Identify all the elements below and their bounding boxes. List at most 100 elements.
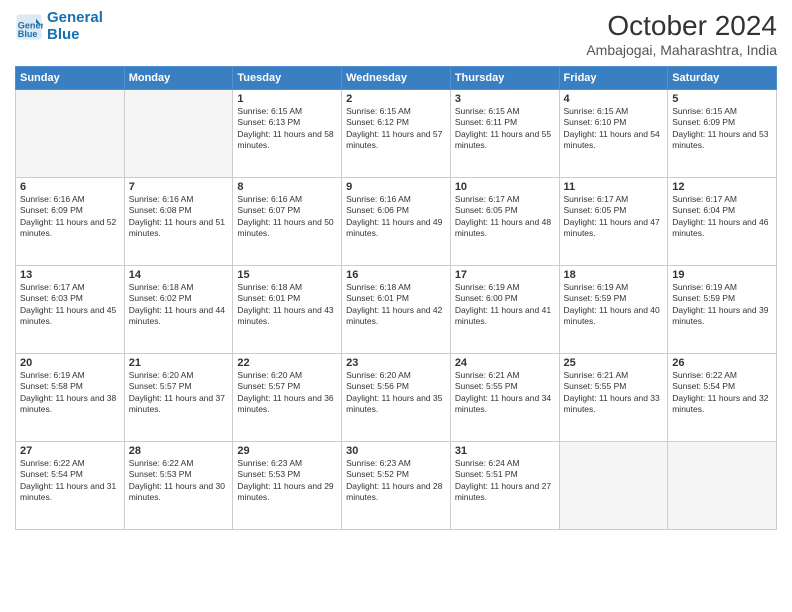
day-number: 14: [129, 269, 229, 281]
weekday-header: Sunday: [16, 67, 125, 90]
calendar-week-row: 13Sunrise: 6:17 AM Sunset: 6:03 PM Dayli…: [16, 266, 777, 354]
calendar-table: SundayMondayTuesdayWednesdayThursdayFrid…: [15, 66, 777, 530]
day-info: Sunrise: 6:22 AM Sunset: 5:53 PM Dayligh…: [129, 458, 229, 504]
logo-line1: General: [47, 10, 103, 27]
day-number: 30: [346, 445, 446, 457]
calendar-header-row: SundayMondayTuesdayWednesdayThursdayFrid…: [16, 67, 777, 90]
day-number: 16: [346, 269, 446, 281]
day-info: Sunrise: 6:21 AM Sunset: 5:55 PM Dayligh…: [564, 370, 664, 416]
day-number: 28: [129, 445, 229, 457]
calendar-cell: 21Sunrise: 6:20 AM Sunset: 5:57 PM Dayli…: [124, 354, 233, 442]
day-info: Sunrise: 6:17 AM Sunset: 6:03 PM Dayligh…: [20, 282, 120, 328]
day-number: 4: [564, 93, 664, 105]
weekday-header: Friday: [559, 67, 668, 90]
day-info: Sunrise: 6:24 AM Sunset: 5:51 PM Dayligh…: [455, 458, 555, 504]
calendar-week-row: 27Sunrise: 6:22 AM Sunset: 5:54 PM Dayli…: [16, 442, 777, 530]
calendar-cell: 20Sunrise: 6:19 AM Sunset: 5:58 PM Dayli…: [16, 354, 125, 442]
day-info: Sunrise: 6:17 AM Sunset: 6:05 PM Dayligh…: [455, 194, 555, 240]
calendar-cell: 11Sunrise: 6:17 AM Sunset: 6:05 PM Dayli…: [559, 178, 668, 266]
calendar-cell: 4Sunrise: 6:15 AM Sunset: 6:10 PM Daylig…: [559, 90, 668, 178]
calendar-cell: 30Sunrise: 6:23 AM Sunset: 5:52 PM Dayli…: [342, 442, 451, 530]
logo: General Blue General Blue: [15, 10, 103, 43]
weekday-header: Saturday: [668, 67, 777, 90]
day-info: Sunrise: 6:20 AM Sunset: 5:57 PM Dayligh…: [129, 370, 229, 416]
day-number: 19: [672, 269, 772, 281]
calendar-cell: [559, 442, 668, 530]
day-info: Sunrise: 6:19 AM Sunset: 6:00 PM Dayligh…: [455, 282, 555, 328]
calendar-cell: 1Sunrise: 6:15 AM Sunset: 6:13 PM Daylig…: [233, 90, 342, 178]
day-number: 24: [455, 357, 555, 369]
day-info: Sunrise: 6:15 AM Sunset: 6:11 PM Dayligh…: [455, 106, 555, 152]
calendar-cell: 12Sunrise: 6:17 AM Sunset: 6:04 PM Dayli…: [668, 178, 777, 266]
day-number: 25: [564, 357, 664, 369]
calendar-cell: 18Sunrise: 6:19 AM Sunset: 5:59 PM Dayli…: [559, 266, 668, 354]
day-number: 8: [237, 181, 337, 193]
day-info: Sunrise: 6:16 AM Sunset: 6:09 PM Dayligh…: [20, 194, 120, 240]
calendar-cell: 6Sunrise: 6:16 AM Sunset: 6:09 PM Daylig…: [16, 178, 125, 266]
calendar-cell: 17Sunrise: 6:19 AM Sunset: 6:00 PM Dayli…: [450, 266, 559, 354]
day-info: Sunrise: 6:15 AM Sunset: 6:10 PM Dayligh…: [564, 106, 664, 152]
day-number: 23: [346, 357, 446, 369]
calendar-cell: 24Sunrise: 6:21 AM Sunset: 5:55 PM Dayli…: [450, 354, 559, 442]
day-info: Sunrise: 6:19 AM Sunset: 5:59 PM Dayligh…: [564, 282, 664, 328]
weekday-header: Tuesday: [233, 67, 342, 90]
day-number: 26: [672, 357, 772, 369]
day-number: 29: [237, 445, 337, 457]
header: General Blue General Blue October 2024 A…: [15, 10, 777, 58]
day-info: Sunrise: 6:23 AM Sunset: 5:52 PM Dayligh…: [346, 458, 446, 504]
day-info: Sunrise: 6:15 AM Sunset: 6:12 PM Dayligh…: [346, 106, 446, 152]
calendar-cell: 16Sunrise: 6:18 AM Sunset: 6:01 PM Dayli…: [342, 266, 451, 354]
page: General Blue General Blue October 2024 A…: [0, 0, 792, 612]
day-info: Sunrise: 6:16 AM Sunset: 6:06 PM Dayligh…: [346, 194, 446, 240]
day-info: Sunrise: 6:16 AM Sunset: 6:07 PM Dayligh…: [237, 194, 337, 240]
calendar-cell: 19Sunrise: 6:19 AM Sunset: 5:59 PM Dayli…: [668, 266, 777, 354]
subtitle: Ambajogai, Maharashtra, India: [586, 42, 777, 58]
calendar-cell: [16, 90, 125, 178]
calendar-cell: 10Sunrise: 6:17 AM Sunset: 6:05 PM Dayli…: [450, 178, 559, 266]
day-number: 20: [20, 357, 120, 369]
day-number: 6: [20, 181, 120, 193]
calendar-cell: 26Sunrise: 6:22 AM Sunset: 5:54 PM Dayli…: [668, 354, 777, 442]
day-info: Sunrise: 6:23 AM Sunset: 5:53 PM Dayligh…: [237, 458, 337, 504]
day-info: Sunrise: 6:17 AM Sunset: 6:04 PM Dayligh…: [672, 194, 772, 240]
calendar-cell: 5Sunrise: 6:15 AM Sunset: 6:09 PM Daylig…: [668, 90, 777, 178]
day-info: Sunrise: 6:18 AM Sunset: 6:01 PM Dayligh…: [346, 282, 446, 328]
calendar-cell: 25Sunrise: 6:21 AM Sunset: 5:55 PM Dayli…: [559, 354, 668, 442]
day-info: Sunrise: 6:22 AM Sunset: 5:54 PM Dayligh…: [672, 370, 772, 416]
weekday-header: Monday: [124, 67, 233, 90]
day-number: 10: [455, 181, 555, 193]
weekday-header: Wednesday: [342, 67, 451, 90]
calendar-cell: 31Sunrise: 6:24 AM Sunset: 5:51 PM Dayli…: [450, 442, 559, 530]
day-info: Sunrise: 6:19 AM Sunset: 5:58 PM Dayligh…: [20, 370, 120, 416]
day-info: Sunrise: 6:16 AM Sunset: 6:08 PM Dayligh…: [129, 194, 229, 240]
main-title: October 2024: [586, 10, 777, 42]
day-info: Sunrise: 6:19 AM Sunset: 5:59 PM Dayligh…: [672, 282, 772, 328]
day-number: 21: [129, 357, 229, 369]
calendar-cell: 7Sunrise: 6:16 AM Sunset: 6:08 PM Daylig…: [124, 178, 233, 266]
calendar-cell: 8Sunrise: 6:16 AM Sunset: 6:07 PM Daylig…: [233, 178, 342, 266]
day-info: Sunrise: 6:22 AM Sunset: 5:54 PM Dayligh…: [20, 458, 120, 504]
day-info: Sunrise: 6:18 AM Sunset: 6:01 PM Dayligh…: [237, 282, 337, 328]
day-number: 27: [20, 445, 120, 457]
day-number: 1: [237, 93, 337, 105]
day-number: 13: [20, 269, 120, 281]
calendar-week-row: 20Sunrise: 6:19 AM Sunset: 5:58 PM Dayli…: [16, 354, 777, 442]
day-info: Sunrise: 6:15 AM Sunset: 6:09 PM Dayligh…: [672, 106, 772, 152]
calendar-cell: 28Sunrise: 6:22 AM Sunset: 5:53 PM Dayli…: [124, 442, 233, 530]
day-info: Sunrise: 6:20 AM Sunset: 5:57 PM Dayligh…: [237, 370, 337, 416]
calendar-cell: 23Sunrise: 6:20 AM Sunset: 5:56 PM Dayli…: [342, 354, 451, 442]
calendar-cell: 27Sunrise: 6:22 AM Sunset: 5:54 PM Dayli…: [16, 442, 125, 530]
calendar-cell: 9Sunrise: 6:16 AM Sunset: 6:06 PM Daylig…: [342, 178, 451, 266]
day-info: Sunrise: 6:21 AM Sunset: 5:55 PM Dayligh…: [455, 370, 555, 416]
day-number: 18: [564, 269, 664, 281]
svg-text:Blue: Blue: [18, 28, 38, 38]
day-info: Sunrise: 6:20 AM Sunset: 5:56 PM Dayligh…: [346, 370, 446, 416]
weekday-header: Thursday: [450, 67, 559, 90]
logo-icon: General Blue: [15, 13, 43, 41]
title-block: October 2024 Ambajogai, Maharashtra, Ind…: [586, 10, 777, 58]
calendar-week-row: 6Sunrise: 6:16 AM Sunset: 6:09 PM Daylig…: [16, 178, 777, 266]
calendar-cell: 3Sunrise: 6:15 AM Sunset: 6:11 PM Daylig…: [450, 90, 559, 178]
logo-line2: Blue: [47, 27, 103, 44]
calendar-cell: [668, 442, 777, 530]
day-number: 7: [129, 181, 229, 193]
